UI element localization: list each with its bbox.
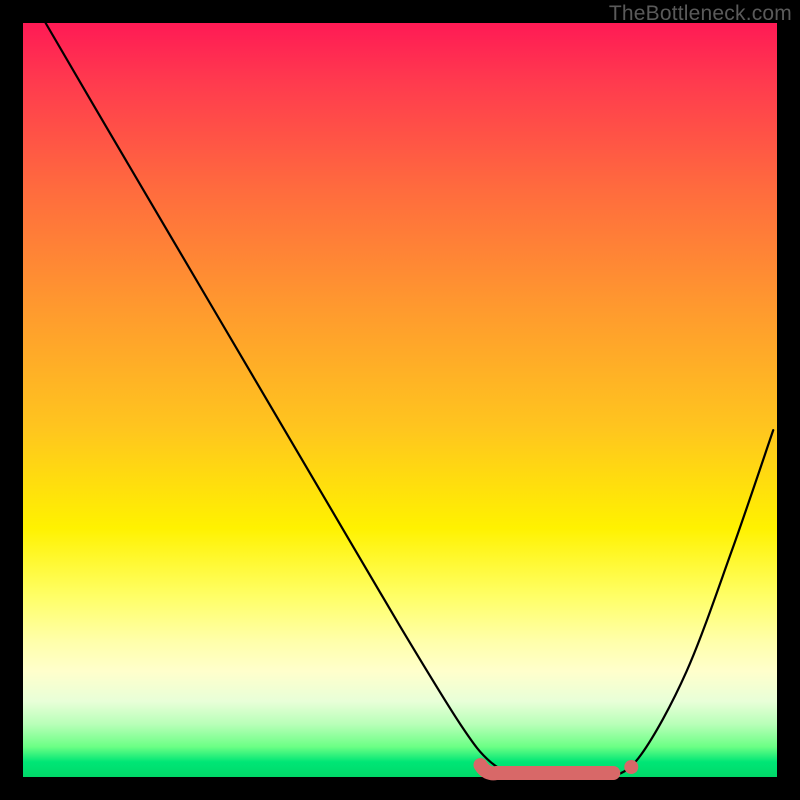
bottleneck-curve-path	[46, 23, 774, 779]
flat-region-end-dot	[624, 760, 638, 774]
curve-overlay	[23, 23, 777, 777]
flat-region-marker	[480, 765, 613, 773]
